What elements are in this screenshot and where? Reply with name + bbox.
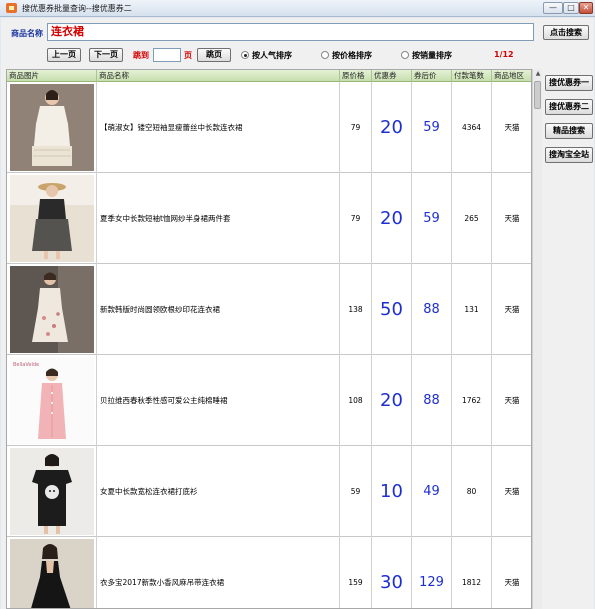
scroll-up-icon[interactable]: ▲ [533,69,543,79]
radio-unselected-icon [401,51,409,59]
app-icon [6,3,17,13]
go-page-button[interactable]: 跳页 [197,48,231,62]
table-header: 商品图片 商品名称 原价格 优惠券 券后价 付款笔数 商品地区 [7,70,531,82]
payment-count: 80 [452,446,492,537]
results-table: 商品图片 商品名称 原价格 优惠券 券后价 付款笔数 商品地区 【萌淑女】镂空短… [6,69,532,609]
brand-logo-text: BellaVelde [13,362,39,368]
sort-sales-radio[interactable]: 按销量排序 [401,49,471,61]
sort-price-label: 按价格排序 [332,51,372,60]
after-coupon-price: 59 [412,173,452,264]
search-input[interactable]: 连衣裙 [47,23,534,41]
product-region: 天猫 [492,446,531,537]
after-coupon-price: 88 [412,355,452,446]
original-price: 59 [340,446,372,537]
coupon-value: 50 [372,264,412,355]
product-image [10,84,94,171]
product-image-cell [7,173,97,264]
column-header-name[interactable]: 商品名称 [97,70,340,82]
product-region: 天猫 [492,355,531,446]
original-price: 138 [340,264,372,355]
jump-label: 跳到 [133,51,149,60]
radio-unselected-icon [321,51,329,59]
page-number-input[interactable] [153,48,181,62]
column-header-image[interactable]: 商品图片 [7,70,97,82]
table-row[interactable]: 新款韩版时尚圆领欧根纱印花连衣裙 138 50 88 131 天猫 [7,264,531,355]
product-image: BellaVelde [10,357,94,444]
product-image [10,539,94,608]
coupon-value: 30 [372,537,412,608]
column-header-coupon[interactable]: 优惠券 [372,70,412,82]
search-coupon-two-button[interactable]: 搜优惠券二 [545,99,593,115]
sort-popularity-label: 按人气排序 [252,51,292,60]
product-image [10,266,94,353]
column-header-payments[interactable]: 付款笔数 [452,70,492,82]
product-region: 天猫 [492,264,531,355]
table-row[interactable]: 衣多宝2017新款小香风麻吊带连衣裙 159 30 129 1812 天猫 [7,537,531,608]
column-header-region[interactable]: 商品地区 [492,70,531,82]
product-name: 新款韩版时尚圆领欧根纱印花连衣裙 [97,264,340,355]
column-header-price[interactable]: 原价格 [340,70,372,82]
search-taobao-button[interactable]: 搜淘宝全站 [545,147,593,163]
window-title: 搜优惠券批量查询--搜优惠券二 [22,4,132,13]
search-label: 商品名称 [11,29,43,38]
product-image [10,448,94,535]
vertical-scrollbar[interactable]: ▲ [532,69,542,609]
table-row[interactable]: 夏季女中长款短袖t恤网纱半身裙两件套 79 20 59 265 天猫 [7,173,531,264]
product-image-cell [7,264,97,355]
table-row[interactable]: 【萌淑女】镂空短袖显瘦蕾丝中长款连衣裙 79 20 59 4364 天猫 [7,82,531,173]
search-coupon-one-button[interactable]: 搜优惠券一 [545,75,593,91]
table-row[interactable]: BellaVelde 贝拉维西春秋季性感可爱公主纯棉睡裙 108 20 88 1… [7,355,531,446]
sort-price-radio[interactable]: 按价格排序 [321,49,391,61]
product-name: 夏季女中长款短袖t恤网纱半身裙两件套 [97,173,340,264]
radio-selected-icon [241,51,249,59]
next-page-button[interactable]: 下一页 [89,48,123,62]
coupon-value: 20 [372,82,412,173]
product-image-cell [7,446,97,537]
premium-search-button[interactable]: 精品搜索 [545,123,593,139]
product-image [10,175,94,262]
payment-count: 131 [452,264,492,355]
product-name: 女夏中长款宽松连衣裙打底衫 [97,446,340,537]
search-button[interactable]: 点击搜索 [543,25,589,40]
scroll-thumb[interactable] [534,81,541,109]
coupon-value: 10 [372,446,412,537]
table-row[interactable]: 女夏中长款宽松连衣裙打底衫 59 10 49 80 天猫 [7,446,531,537]
after-coupon-price: 88 [412,264,452,355]
after-coupon-price: 59 [412,82,452,173]
payment-count: 4364 [452,82,492,173]
original-price: 79 [340,82,372,173]
payment-count: 1812 [452,537,492,608]
coupon-value: 20 [372,355,412,446]
coupon-value: 20 [372,173,412,264]
product-image-cell [7,82,97,173]
product-image-cell: BellaVelde [7,355,97,446]
product-region: 天猫 [492,537,531,608]
client-area: 商品名称 连衣裙 点击搜索 上一页 下一页 跳到 页 跳页 按人气排序 按价格排… [1,18,594,609]
product-image-cell [7,537,97,608]
sort-sales-label: 按销量排序 [412,51,452,60]
prev-page-button[interactable]: 上一页 [47,48,81,62]
payment-count: 1762 [452,355,492,446]
product-region: 天猫 [492,173,531,264]
original-price: 79 [340,173,372,264]
payment-count: 265 [452,173,492,264]
after-coupon-price: 49 [412,446,452,537]
product-name: 【萌淑女】镂空短袖显瘦蕾丝中长款连衣裙 [97,82,340,173]
after-coupon-price: 129 [412,537,452,608]
title-bar: 搜优惠券批量查询--搜优惠券二 — □ ✕ [0,0,595,17]
product-name: 贝拉维西春秋季性感可爱公主纯棉睡裙 [97,355,340,446]
minimize-button[interactable]: — [543,2,563,14]
original-price: 108 [340,355,372,446]
column-header-after-price[interactable]: 券后价 [412,70,452,82]
sort-popularity-radio[interactable]: 按人气排序 [241,49,311,61]
maximize-button[interactable]: □ [563,2,579,14]
product-name: 衣多宝2017新款小香风麻吊带连衣裙 [97,537,340,608]
close-button[interactable]: ✕ [579,2,593,14]
product-region: 天猫 [492,82,531,173]
page-count: 1/12 [494,50,514,59]
page-suffix-label: 页 [184,51,192,60]
original-price: 159 [340,537,372,608]
